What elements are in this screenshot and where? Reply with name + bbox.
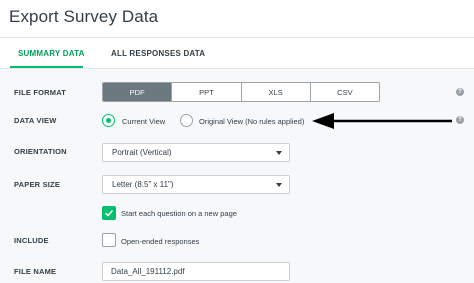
tab-all-responses-data[interactable]: ALL RESPONSES DATA (111, 49, 205, 58)
chevron-down-icon (276, 151, 282, 155)
orientation-select[interactable]: Portrait (Vertical) (102, 143, 290, 162)
paper-size-select[interactable]: Letter (8.5" x 11") (102, 175, 290, 194)
current-view-label[interactable]: Current View (122, 117, 165, 126)
chevron-down-icon (276, 183, 282, 187)
tab-summary-data[interactable]: SUMMARY DATA (18, 49, 85, 58)
open-ended-checkbox[interactable] (102, 233, 116, 247)
current-view-radio[interactable] (102, 114, 115, 127)
new-page-label[interactable]: Start each question on a new page (121, 209, 237, 218)
file-format-label: FILE FORMAT (14, 88, 67, 97)
orientation-value: Portrait (Vertical) (112, 148, 172, 157)
orientation-label: ORIENTATION (14, 147, 67, 156)
original-view-label[interactable]: Original View (No rules applied) (199, 117, 304, 126)
file-format-help-icon[interactable]: ? (456, 88, 464, 96)
include-label: INCLUDE (14, 236, 49, 245)
original-view-radio[interactable] (180, 114, 193, 127)
paper-size-value: Letter (8.5" x 11") (112, 180, 174, 189)
data-view-label: DATA VIEW (14, 116, 57, 125)
format-csv-button[interactable]: CSV (311, 83, 379, 101)
format-xls-button[interactable]: XLS (242, 83, 311, 101)
file-format-segmented-control: PDF PPT XLS CSV (102, 82, 380, 102)
annotation-arrow-icon (312, 113, 452, 129)
paper-size-label: PAPER SIZE (14, 180, 61, 189)
open-ended-label[interactable]: Open-ended responses (121, 237, 199, 246)
checkmark-icon (104, 209, 114, 217)
format-pdf-button[interactable]: PDF (103, 83, 173, 101)
new-page-checkbox[interactable] (102, 206, 116, 220)
file-name-label: FILE NAME (14, 267, 57, 276)
file-name-input[interactable] (102, 262, 290, 281)
data-view-help-icon[interactable]: ? (456, 116, 464, 124)
page-title: Export Survey Data (9, 7, 159, 26)
format-ppt-button[interactable]: PPT (172, 83, 242, 101)
tab-bar: SUMMARY DATA ALL RESPONSES DATA (0, 38, 474, 68)
